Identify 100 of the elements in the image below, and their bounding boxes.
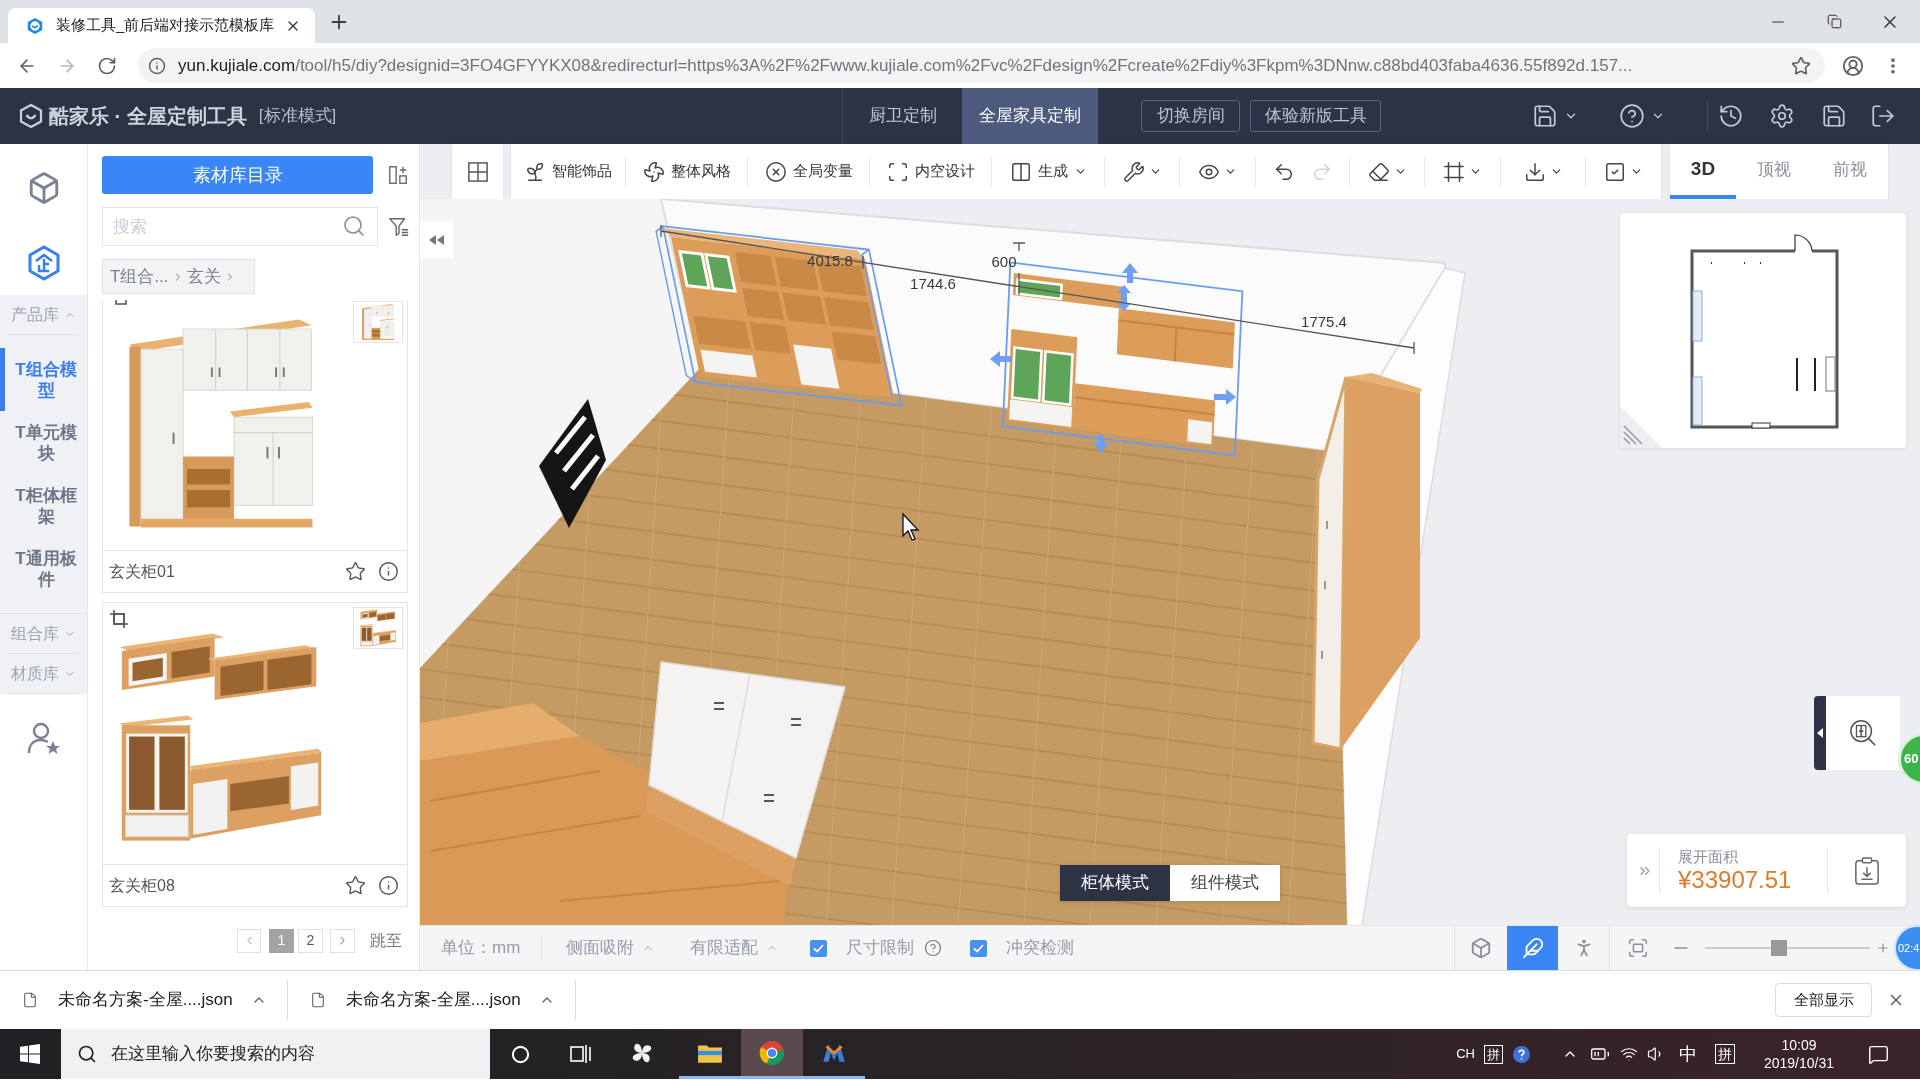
thumbnail-image[interactable] <box>353 301 403 343</box>
dimension-label: 1744.6 <box>910 275 956 292</box>
dimension-label: 1775.4 <box>1301 313 1347 330</box>
crop-icon[interactable] <box>109 609 129 629</box>
toolbar-button[interactable]: 全局变量 <box>764 160 853 183</box>
slider-thumb[interactable] <box>1771 940 1788 956</box>
page-button[interactable]: 2 <box>298 928 323 953</box>
door-search-button[interactable] <box>1826 696 1900 770</box>
account-icon[interactable] <box>1842 54 1864 77</box>
ime-mode-indicator[interactable]: 拼 <box>1715 1044 1735 1064</box>
address-bar[interactable]: yun.kujiale.com/tool/h5/diy?designid=3FO4GFYYKX08&redirecturl=https%3A%2F%2Fwww.kujiale.com%2Fvc%2Fdesign%2Fcreate%2Fdiy%3Fkpm%3DNnw.c88bd403faba4636.55f892d.157... <box>138 48 1825 83</box>
browser-tab[interactable]: 装修工具_前后端对接示范模板库 <box>8 8 315 43</box>
favorite-star-icon[interactable] <box>345 875 366 896</box>
minimap-panel[interactable] <box>1620 213 1906 448</box>
download-item[interactable]: 未命名方案-全屋....json <box>22 987 233 1013</box>
search-icon[interactable] <box>342 214 366 238</box>
breadcrumb-link[interactable]: T组合... <box>110 263 169 290</box>
category-item[interactable]: T通用板件 <box>0 537 87 600</box>
show-all-button[interactable]: 全部显示 <box>1775 983 1872 1017</box>
double-caret-left-icon <box>428 234 445 245</box>
filter-icon[interactable] <box>388 215 410 238</box>
file-icon <box>310 991 326 1009</box>
category-item[interactable]: T单元模块 <box>0 411 87 474</box>
settings-icon[interactable] <box>1769 103 1795 129</box>
mode-label: [标准模式] <box>258 105 337 128</box>
cube-icon <box>1470 937 1492 959</box>
layout-grid-icon[interactable] <box>467 161 488 182</box>
zoom-slider[interactable] <box>1705 940 1870 956</box>
download-item[interactable]: 未命名方案-全屋....json <box>310 987 521 1013</box>
product-card[interactable]: 玄关柜01 <box>102 300 408 593</box>
selected-cabinet-drawing[interactable] <box>655 225 903 407</box>
clipboard-download-icon[interactable] <box>1854 856 1880 885</box>
restore-icon[interactable] <box>1826 14 1842 29</box>
taskbar-search-field[interactable]: 在这里输入你要搜索的内容 <box>61 1029 490 1079</box>
breadcrumb-link[interactable]: 玄关 <box>186 263 221 290</box>
dashed-square-icon <box>886 160 909 183</box>
dimension-label: 4015.8 <box>807 252 853 269</box>
price-value: ¥33907.51 <box>1678 866 1792 893</box>
toolbar-button[interactable]: 智能饰品 <box>524 160 612 183</box>
mode-tab[interactable]: 柜体模式 <box>1060 865 1170 901</box>
help-icon[interactable] <box>1619 103 1645 129</box>
header-button[interactable]: 体验新版工具 <box>1250 100 1381 132</box>
thumbnail-image[interactable] <box>353 607 403 649</box>
fan-icon <box>642 160 665 183</box>
task-view-icon[interactable] <box>570 1044 592 1064</box>
exit-icon[interactable] <box>1870 103 1896 129</box>
language-indicator[interactable]: CH <box>1456 1044 1475 1064</box>
product-name: 玄关柜01 <box>109 561 175 582</box>
save-icon[interactable] <box>1532 103 1558 129</box>
camera-mode-button[interactable] <box>1507 925 1558 971</box>
jump-label: 跳至 <box>370 930 402 951</box>
checkbox[interactable] <box>810 939 828 957</box>
wrench-icon[interactable] <box>1122 160 1145 183</box>
category-item[interactable]: T柜体框架 <box>0 474 87 537</box>
history-icon[interactable] <box>1718 103 1744 129</box>
bookmark-star-icon[interactable] <box>1791 55 1811 76</box>
download-icon[interactable] <box>1523 160 1546 183</box>
collapse-button[interactable] <box>420 221 453 258</box>
panel-toggle[interactable] <box>1814 696 1826 770</box>
browser-logo-icon <box>759 1039 785 1066</box>
checklist-icon[interactable] <box>1604 160 1626 183</box>
site-logo-icon <box>26 16 44 35</box>
frame-icon[interactable] <box>1443 160 1465 183</box>
favorite-star-icon[interactable] <box>345 561 366 582</box>
clock[interactable]: 10:09 2019/10/31 <box>1757 1036 1841 1072</box>
notification-icon[interactable] <box>1868 1043 1889 1065</box>
help-icon[interactable] <box>1513 1045 1530 1063</box>
cortana-circle-icon[interactable] <box>510 1044 530 1064</box>
input-mode-indicator[interactable]: 中 <box>1679 1040 1697 1068</box>
reload-icon[interactable] <box>97 55 117 76</box>
plant-icon <box>524 160 546 183</box>
eraser-icon[interactable] <box>1367 160 1390 183</box>
catalog-button[interactable]: 素材库目录 <box>102 156 373 194</box>
price-label: 展开面积 <box>1678 848 1739 866</box>
save-icon[interactable] <box>1821 103 1847 129</box>
unit-label: 单位：mm <box>441 937 521 960</box>
user-star-icon[interactable] <box>25 720 62 756</box>
layout-add-icon[interactable] <box>387 164 409 186</box>
crop-icon[interactable] <box>113 300 129 306</box>
toolbar-button[interactable]: 内空设计 <box>886 160 975 183</box>
mouse-cursor-icon <box>902 512 920 541</box>
resize-handle-icon[interactable] <box>1620 406 1662 448</box>
logo-icon <box>18 103 44 129</box>
toolbar-button[interactable]: 整体风格 <box>642 160 731 183</box>
fit-view-icon[interactable] <box>1626 937 1649 959</box>
info-icon[interactable] <box>378 561 399 582</box>
info-icon <box>148 56 166 75</box>
checkbox[interactable] <box>970 939 988 957</box>
windows-logo-icon[interactable] <box>19 1044 40 1064</box>
ime-indicator[interactable]: 拼 <box>1484 1044 1503 1064</box>
app-tab[interactable]: 全屋家具定制 <box>962 88 1098 144</box>
option-label: 尺寸限制 <box>846 937 915 960</box>
toolbar-button[interactable]: 生成 <box>1009 160 1087 183</box>
info-icon[interactable] <box>378 875 399 896</box>
product-card[interactable]: 玄关柜08 <box>102 602 408 907</box>
file-icon <box>22 991 38 1009</box>
mode-tab[interactable]: 组件模式 <box>1170 865 1280 901</box>
feather-icon <box>1521 937 1544 959</box>
header-button[interactable]: 切换房间 <box>1141 100 1240 132</box>
product-name: 玄关柜08 <box>109 875 175 896</box>
